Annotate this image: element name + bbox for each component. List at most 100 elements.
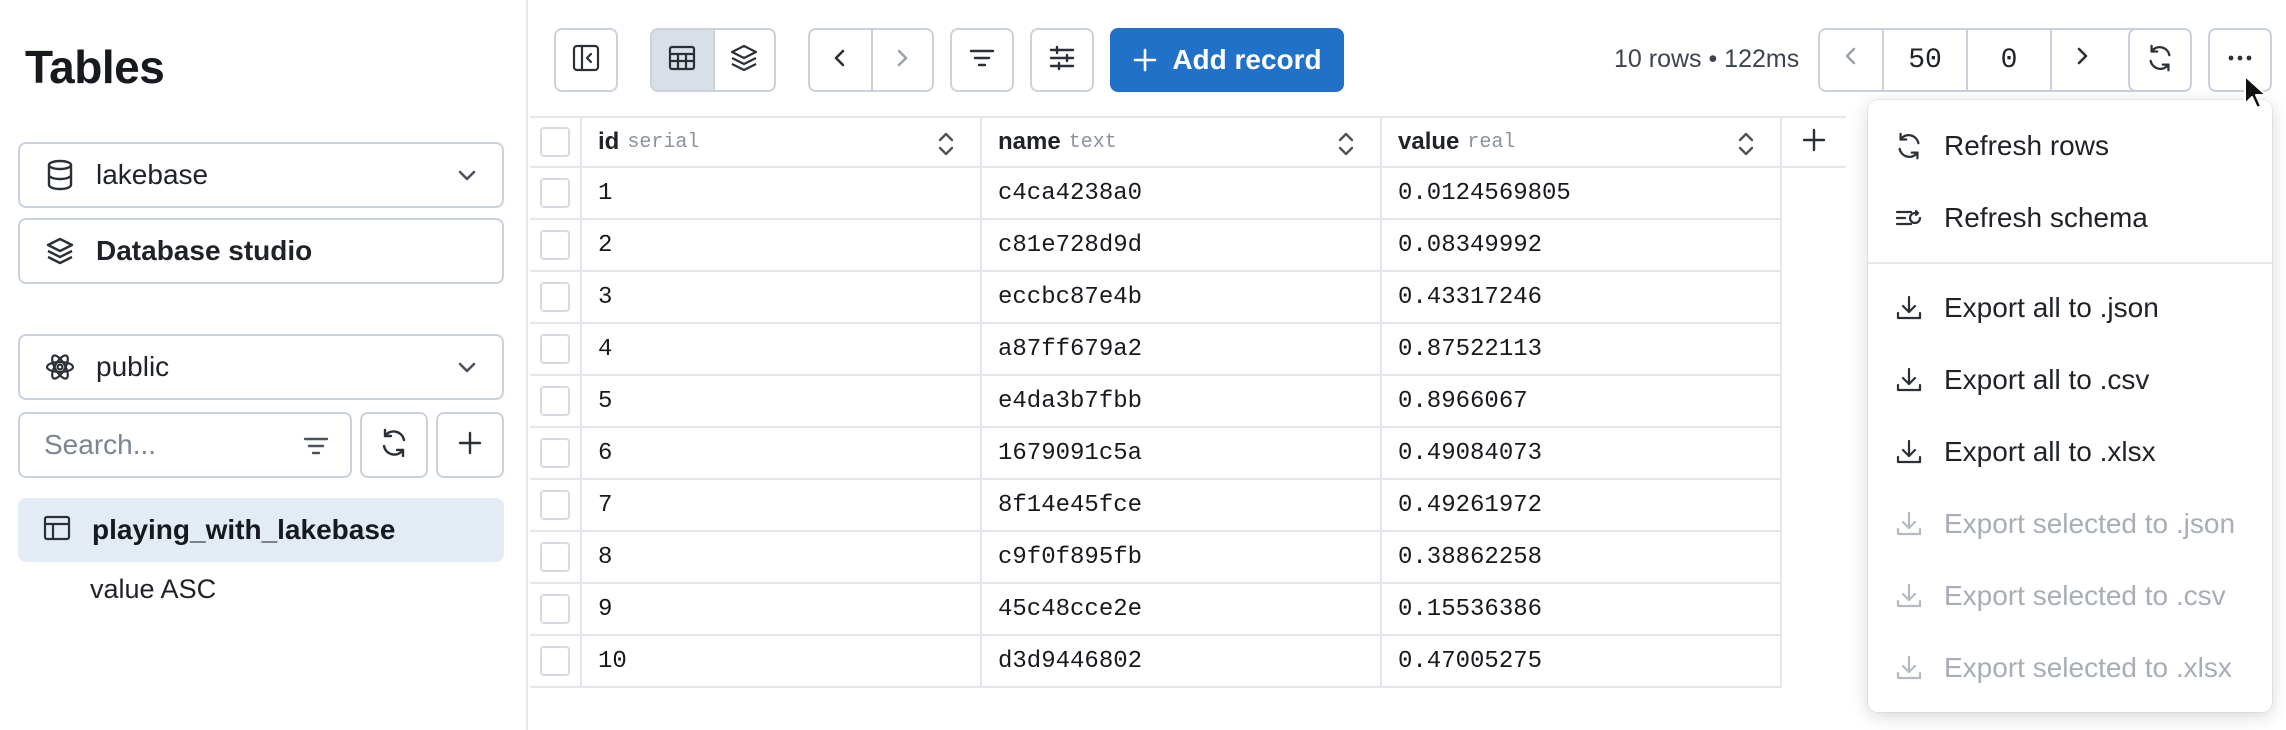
cell-value[interactable]: 0.49261972 [1382, 480, 1782, 530]
cell-name[interactable]: a87ff679a2 [982, 324, 1382, 374]
cell-name[interactable]: eccbc87e4b [982, 272, 1382, 322]
table-row[interactable]: 2 c81e728d9d 0.08349992 [530, 220, 1782, 272]
cell-id[interactable]: 6 [582, 428, 982, 478]
cell-value[interactable]: 0.08349992 [1382, 220, 1782, 270]
toggle-sidebar-button[interactable] [554, 28, 618, 92]
refresh-icon [2145, 43, 2175, 78]
sort-indicator[interactable]: value ASC [90, 574, 216, 605]
row-checkbox[interactable] [540, 646, 570, 676]
table-row[interactable]: 8 c9f0f895fb 0.38862258 [530, 532, 1782, 584]
row-checkbox[interactable] [540, 490, 570, 520]
table-row[interactable]: 10 d3d9446802 0.47005275 [530, 636, 1782, 688]
cell-id[interactable]: 2 [582, 220, 982, 270]
page-size-input[interactable]: 50 [1882, 30, 1966, 90]
cell-id[interactable]: 1 [582, 168, 982, 218]
select-all-checkbox[interactable] [540, 127, 570, 157]
row-checkbox[interactable] [540, 438, 570, 468]
table-row[interactable]: 3 eccbc87e4b 0.43317246 [530, 272, 1782, 324]
mouse-cursor-icon [2243, 74, 2267, 115]
menu-divider [1868, 262, 2272, 264]
atom-icon [44, 351, 76, 383]
cell-name[interactable]: 45c48cce2e [982, 584, 1382, 634]
cell-value[interactable]: 0.38862258 [1382, 532, 1782, 582]
filter-button[interactable] [950, 28, 1014, 92]
cell-id[interactable]: 8 [582, 532, 982, 582]
schema-select[interactable]: public [18, 334, 504, 400]
database-studio-button[interactable]: Database studio [18, 218, 504, 284]
download-icon [1892, 291, 1926, 325]
row-checkbox[interactable] [540, 334, 570, 364]
table-row[interactable]: 4 a87ff679a2 0.87522113 [530, 324, 1782, 376]
menu-item-refresh-schema[interactable]: Refresh schema [1868, 188, 2272, 248]
table-row[interactable]: 6 1679091c5a 0.49084073 [530, 428, 1782, 480]
cell-name[interactable]: 1679091c5a [982, 428, 1382, 478]
offset-input[interactable]: 0 [1966, 30, 2050, 90]
column-header-id[interactable]: id serial [582, 118, 982, 166]
table-row[interactable]: 5 e4da3b7fbb 0.8966067 [530, 376, 1782, 428]
column-settings-button[interactable] [1030, 28, 1094, 92]
cell-value[interactable]: 0.43317246 [1382, 272, 1782, 322]
row-select-cell [530, 168, 582, 218]
menu-item-label: Refresh rows [1944, 130, 2109, 161]
pager-next-button[interactable] [2050, 30, 2112, 90]
row-checkbox[interactable] [540, 594, 570, 624]
table-row[interactable]: 1 c4ca4238a0 0.0124569805 [530, 168, 1782, 220]
add-record-button[interactable]: Add record [1110, 28, 1344, 92]
column-header-value[interactable]: value real [1382, 118, 1782, 166]
cell-id[interactable]: 3 [582, 272, 982, 322]
menu-item-export-selected-xlsx: Export selected to .xlsx [1868, 638, 2272, 698]
prev-page-button[interactable] [810, 30, 871, 90]
add-table-button[interactable] [436, 412, 504, 478]
cell-value[interactable]: 0.0124569805 [1382, 168, 1782, 218]
filter-icon[interactable] [300, 430, 332, 467]
pager-prev-button[interactable] [1820, 30, 1882, 90]
cell-id[interactable]: 7 [582, 480, 982, 530]
refresh-button[interactable] [2128, 28, 2192, 92]
sort-icon[interactable] [1734, 130, 1758, 163]
cell-name[interactable]: c9f0f895fb [982, 532, 1382, 582]
sort-icon[interactable] [934, 130, 958, 163]
cell-value[interactable]: 0.87522113 [1382, 324, 1782, 374]
database-icon [44, 159, 76, 191]
cell-value[interactable]: 0.49084073 [1382, 428, 1782, 478]
cell-name[interactable]: e4da3b7fbb [982, 376, 1382, 426]
row-checkbox[interactable] [540, 230, 570, 260]
cell-name[interactable]: c81e728d9d [982, 220, 1382, 270]
search-input[interactable] [44, 429, 284, 461]
column-name: id [598, 128, 620, 155]
cell-name[interactable]: c4ca4238a0 [982, 168, 1382, 218]
sort-icon[interactable] [1334, 130, 1358, 163]
cell-id[interactable]: 10 [582, 636, 982, 686]
row-checkbox[interactable] [540, 542, 570, 572]
sliders-icon [1047, 43, 1077, 78]
column-header-name[interactable]: name text [982, 118, 1382, 166]
add-column-button[interactable] [1782, 118, 1846, 166]
column-name: value [1398, 128, 1460, 155]
cell-id[interactable]: 9 [582, 584, 982, 634]
cell-value[interactable]: 0.47005275 [1382, 636, 1782, 686]
row-checkbox[interactable] [540, 178, 570, 208]
next-page-button[interactable] [870, 30, 932, 90]
cell-id[interactable]: 4 [582, 324, 982, 374]
menu-item-export-all-json[interactable]: Export all to .json [1868, 278, 2272, 338]
table-row[interactable]: 9 45c48cce2e 0.15536386 [530, 584, 1782, 636]
cell-name[interactable]: 8f14e45fce [982, 480, 1382, 530]
structure-view-button[interactable] [712, 30, 774, 90]
table-row[interactable]: 7 8f14e45fce 0.49261972 [530, 480, 1782, 532]
sidebar-item-playing-with-lakebase[interactable]: playing_with_lakebase [18, 498, 504, 562]
database-select[interactable]: lakebase [18, 142, 504, 208]
download-icon [1892, 507, 1926, 541]
cell-id[interactable]: 5 [582, 376, 982, 426]
cell-name[interactable]: d3d9446802 [982, 636, 1382, 686]
cell-value[interactable]: 0.15536386 [1382, 584, 1782, 634]
refresh-tables-button[interactable] [360, 412, 428, 478]
row-checkbox[interactable] [540, 386, 570, 416]
grid-view-button[interactable] [652, 30, 713, 90]
menu-item-export-all-xlsx[interactable]: Export all to .xlsx [1868, 422, 2272, 482]
cell-value[interactable]: 0.8966067 [1382, 376, 1782, 426]
menu-item-refresh-rows[interactable]: Refresh rows [1868, 116, 2272, 176]
table-icon [42, 513, 72, 548]
menu-item-export-all-csv[interactable]: Export all to .csv [1868, 350, 2272, 410]
row-checkbox[interactable] [540, 282, 570, 312]
row-select-cell [530, 376, 582, 426]
